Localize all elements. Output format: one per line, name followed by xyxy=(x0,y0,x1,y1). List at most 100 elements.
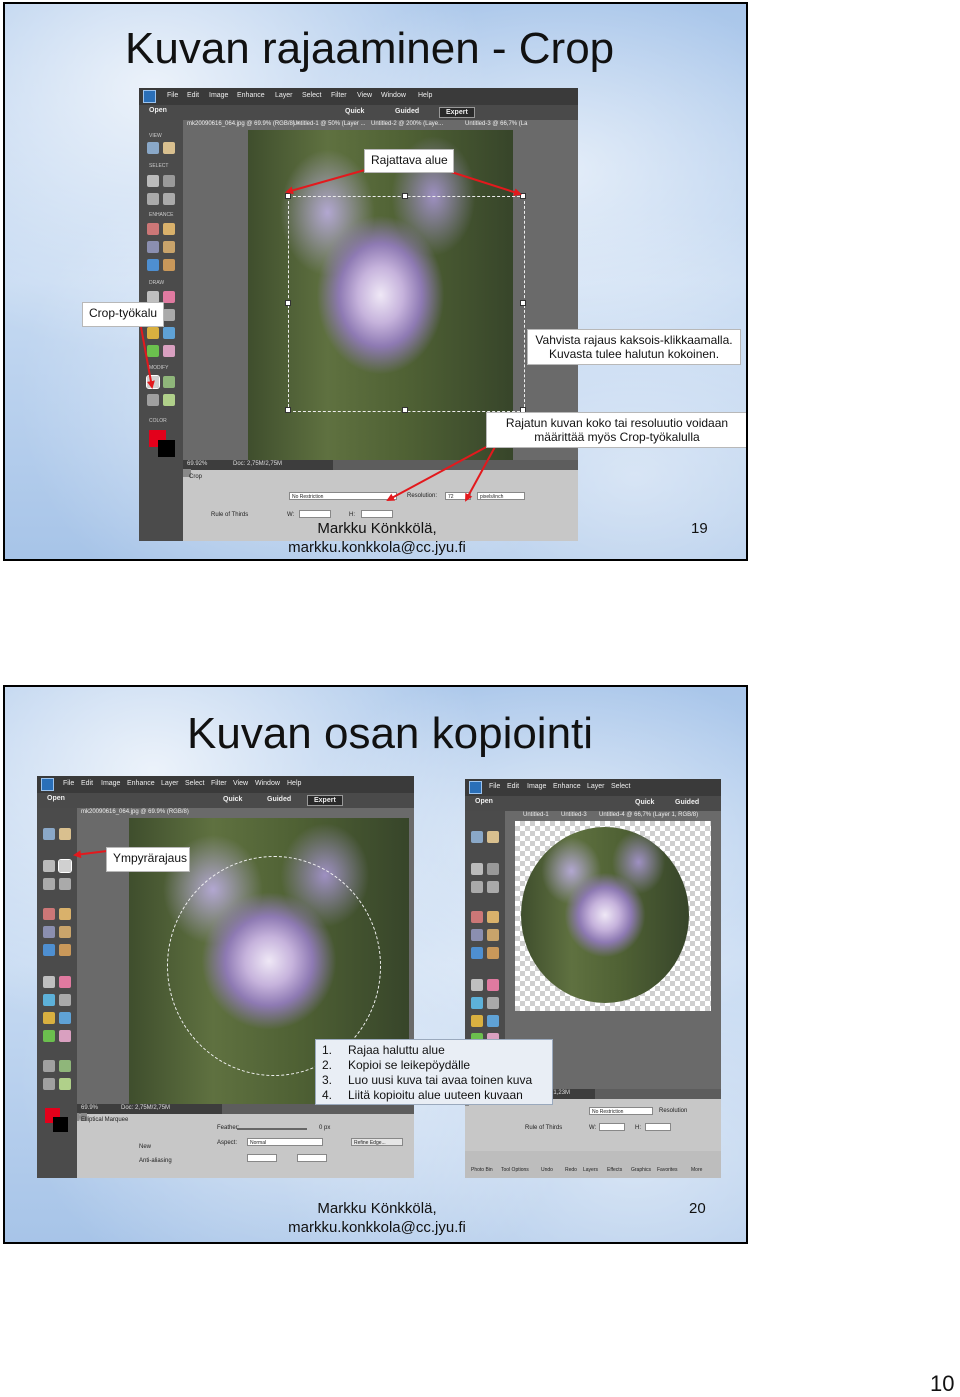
brush-tool-icon[interactable] xyxy=(43,976,55,988)
crop-tool-icon[interactable] xyxy=(146,375,160,389)
tab-document-3[interactable]: Untitled-2 @ 200% (Laye... xyxy=(371,121,443,127)
open-button[interactable]: Open xyxy=(47,795,65,802)
anti-alias-checkbox[interactable]: Anti-aliasing xyxy=(139,1158,172,1164)
shape-tool-icon[interactable] xyxy=(147,327,159,339)
recompose-tool-icon[interactable] xyxy=(163,376,175,388)
more-button[interactable]: More xyxy=(691,1167,702,1173)
menu-select[interactable]: Select xyxy=(185,780,204,787)
sponge-tool-icon[interactable] xyxy=(163,259,175,271)
cookie-cutter-tool-icon[interactable] xyxy=(43,1078,55,1090)
menu-layer[interactable]: Layer xyxy=(161,780,179,787)
aspect-select[interactable]: Normal xyxy=(247,1138,323,1146)
menu-layer[interactable]: Layer xyxy=(587,783,605,790)
mode-expert[interactable]: Expert xyxy=(439,107,475,118)
clone-stamp-tool-icon[interactable] xyxy=(163,241,175,253)
zoom-tool-icon[interactable] xyxy=(147,142,159,154)
crop-handle-bottom[interactable] xyxy=(402,407,408,413)
marquee-tool-icon[interactable] xyxy=(163,175,175,187)
tab-untitled-4[interactable]: Untitled-4 @ 66,7% (Layer 1, RGB/8) xyxy=(599,812,698,818)
elliptical-marquee-tool-icon[interactable] xyxy=(58,859,72,873)
mode-guided[interactable]: Guided xyxy=(389,107,425,116)
background-color-swatch[interactable] xyxy=(158,440,175,457)
sponge-tool-icon[interactable] xyxy=(487,947,499,959)
clone-stamp-tool-icon[interactable] xyxy=(487,929,499,941)
menu-enhance[interactable]: Enhance xyxy=(553,783,581,790)
height-input[interactable] xyxy=(361,510,393,518)
resolution-input[interactable]: 72 xyxy=(445,492,471,500)
menu-filter[interactable]: Filter xyxy=(211,780,227,787)
height-input[interactable] xyxy=(645,1123,671,1131)
menu-window[interactable]: Window xyxy=(255,780,280,787)
blur-tool-icon[interactable] xyxy=(43,944,55,956)
crop-handle-left[interactable] xyxy=(285,300,291,306)
hand-tool-icon[interactable] xyxy=(163,142,175,154)
menu-layer[interactable]: Layer xyxy=(275,92,293,99)
redo-button[interactable]: Redo xyxy=(565,1167,577,1173)
move-tool-icon[interactable] xyxy=(43,860,55,872)
eyedropper-tool-icon[interactable] xyxy=(487,1015,499,1027)
red-eye-tool-icon[interactable] xyxy=(147,223,159,235)
menu-window[interactable]: Window xyxy=(381,92,406,99)
eyedropper-tool-icon[interactable] xyxy=(163,327,175,339)
menu-view[interactable]: View xyxy=(357,92,372,99)
type-tool-icon[interactable] xyxy=(147,345,159,357)
eraser-tool-icon[interactable] xyxy=(487,979,499,991)
gradient-tool-icon[interactable] xyxy=(59,994,71,1006)
type-tool-icon[interactable] xyxy=(43,1030,55,1042)
menu-help[interactable]: Help xyxy=(418,92,432,99)
zoom-tool-icon[interactable] xyxy=(471,831,483,843)
blur-tool-icon[interactable] xyxy=(147,259,159,271)
open-button[interactable]: Open xyxy=(149,107,167,114)
photo-bin-button[interactable]: Photo Bin xyxy=(471,1167,493,1173)
red-eye-tool-icon[interactable] xyxy=(43,908,55,920)
hand-tool-icon[interactable] xyxy=(59,828,71,840)
menu-edit[interactable]: Edit xyxy=(187,92,199,99)
crop-handle-bottom-left[interactable] xyxy=(285,407,291,413)
zoom-tool-icon[interactable] xyxy=(43,828,55,840)
lasso-tool-icon[interactable] xyxy=(471,881,483,893)
refine-edge-button[interactable]: Refine Edge... xyxy=(351,1138,403,1146)
width-input[interactable] xyxy=(599,1123,625,1131)
tab-document[interactable]: mk20090616_064.jpg @ 69.9% (RGB/8) xyxy=(81,809,189,815)
crop-preset-select[interactable]: No Restriction xyxy=(589,1107,653,1115)
eraser-tool-icon[interactable] xyxy=(163,291,175,303)
open-button[interactable]: Open xyxy=(475,798,493,805)
menu-select[interactable]: Select xyxy=(302,92,321,99)
menu-enhance[interactable]: Enhance xyxy=(127,780,155,787)
shape-tool-icon[interactable] xyxy=(43,1012,55,1024)
eraser-tool-icon[interactable] xyxy=(59,976,71,988)
hand-tool-icon[interactable] xyxy=(487,831,499,843)
tab-untitled-1[interactable]: Untitled-1 xyxy=(523,812,549,818)
recompose-tool-icon[interactable] xyxy=(59,1060,71,1072)
mode-guided[interactable]: Guided xyxy=(261,795,297,804)
favorites-button[interactable]: Favorites xyxy=(657,1167,678,1173)
gradient-tool-icon[interactable] xyxy=(487,997,499,1009)
height-input[interactable] xyxy=(297,1154,327,1162)
straighten-tool-icon[interactable] xyxy=(59,1078,71,1090)
feather-slider[interactable] xyxy=(237,1128,307,1130)
shape-tool-icon[interactable] xyxy=(471,1015,483,1027)
crop-handle-top[interactable] xyxy=(402,193,408,199)
tool-options-button[interactable]: Tool Options xyxy=(501,1167,529,1173)
brush-tool-icon[interactable] xyxy=(471,979,483,991)
graphics-button[interactable]: Graphics xyxy=(631,1167,651,1173)
effects-button[interactable]: Effects xyxy=(607,1167,622,1173)
crop-preset-select[interactable]: No Restriction xyxy=(289,492,397,500)
quick-selection-tool-icon[interactable] xyxy=(163,193,175,205)
smart-brush-tool-icon[interactable] xyxy=(471,929,483,941)
healing-tool-icon[interactable] xyxy=(487,911,499,923)
quick-selection-tool-icon[interactable] xyxy=(487,881,499,893)
menu-help[interactable]: Help xyxy=(287,780,301,787)
straighten-tool-icon[interactable] xyxy=(163,394,175,406)
crop-tool-icon[interactable] xyxy=(43,1060,55,1072)
menu-select[interactable]: Select xyxy=(611,783,630,790)
menu-file[interactable]: File xyxy=(63,780,74,787)
move-tool-icon[interactable] xyxy=(471,863,483,875)
move-tool-icon[interactable] xyxy=(147,175,159,187)
menu-file[interactable]: File xyxy=(489,783,500,790)
paint-bucket-tool-icon[interactable] xyxy=(43,994,55,1006)
pencil-tool-icon[interactable] xyxy=(163,345,175,357)
width-input[interactable] xyxy=(299,510,331,518)
width-input[interactable] xyxy=(247,1154,277,1162)
lasso-tool-icon[interactable] xyxy=(147,193,159,205)
